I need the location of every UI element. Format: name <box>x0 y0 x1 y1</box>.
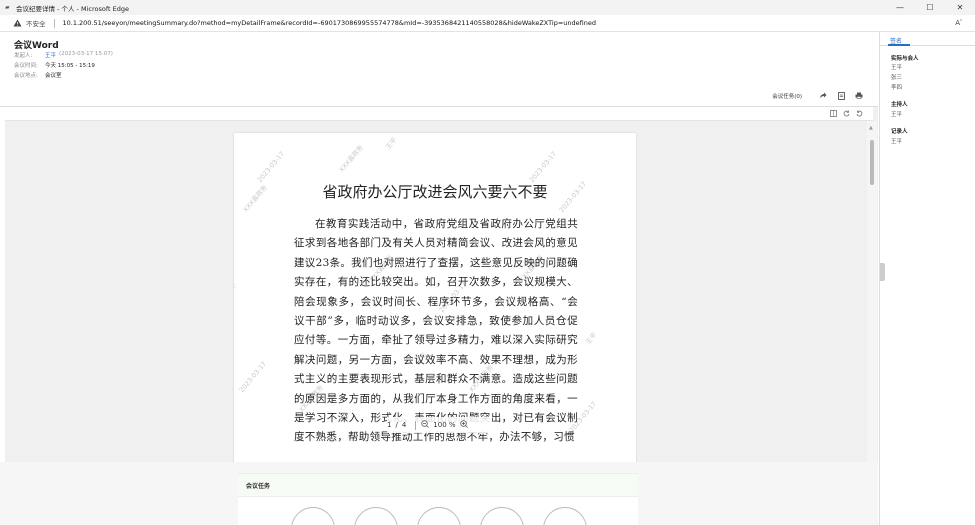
meeting-tasks-title: 会议任务 <box>238 474 638 497</box>
document-body: 在教育实践活动中，省政府党组及省政府办公厅党组共征求到各地各部门及有关人员对精简… <box>294 218 578 444</box>
attendee-item: 李四 <box>891 85 903 91</box>
warning-icon[interactable] <box>13 19 22 27</box>
watermark: 王平 <box>384 136 399 152</box>
maximize-button[interactable]: ☐ <box>915 0 945 15</box>
watermark: 王平 <box>584 331 599 347</box>
page-slash: / <box>395 421 398 429</box>
attendee-item: 张三 <box>891 75 903 81</box>
zoom-in-icon[interactable] <box>459 420 468 430</box>
nav-separator <box>415 420 417 430</box>
right-panel: 签名 实际与会人 王平 张三 李四 主持人 王平 记录人 王平 <box>879 32 975 525</box>
scroll-up-arrow[interactable]: ▲ <box>869 125 873 131</box>
meeting-time-value: 今天 15:05 - 15:19 <box>45 63 95 69</box>
recorder-name: 王平 <box>891 139 903 145</box>
recorder-title: 记录人 <box>891 129 908 135</box>
viewer-tools <box>824 110 863 117</box>
attendee-item: 王平 <box>891 65 903 71</box>
host-title: 主持人 <box>891 102 908 108</box>
window-title: 会议纪要详情 - 个人 - Microsoft Edge <box>16 4 129 13</box>
meeting-time-row: 会议时间: 今天 15:05 - 15:19 <box>14 61 95 69</box>
attendees-title: 实际与会人 <box>891 56 919 62</box>
scroll-thumb[interactable] <box>870 140 874 185</box>
zoom-out-icon[interactable] <box>421 420 430 430</box>
watermark: 王平 <box>234 281 239 297</box>
watermark: 2023-03-17 <box>237 359 269 395</box>
share-icon[interactable] <box>818 91 828 100</box>
watermark: XXX县政务 <box>337 143 365 174</box>
insecure-label[interactable]: 不安全 <box>26 18 46 28</box>
meeting-title: 会议Word <box>14 41 59 51</box>
document-heading: 省政府办公厅改进会风六要六不要 <box>322 183 548 201</box>
fit-page-icon[interactable] <box>830 110 837 117</box>
read-aloud-icon[interactable]: Aʹ <box>955 19 962 27</box>
document-viewer[interactable]: XXX县政务 2023-03-17 XXX县政务 王平 2023-03-17 2… <box>5 107 878 473</box>
minimize-button[interactable]: — <box>885 0 915 15</box>
current-page[interactable]: 1 <box>387 421 391 429</box>
rotate-right-icon[interactable] <box>856 110 863 117</box>
address-bar: 不安全 10.1.200.51/seeyon/meetingSummary.do… <box>0 15 975 32</box>
meeting-time-label: 会议时间: <box>14 63 38 69</box>
meeting-header: 会议Word 发起人: 王平 (2023-03-17 15:07) 会议时间: … <box>0 32 878 107</box>
tab-active-indicator <box>888 44 910 46</box>
viewer-scrollbar[interactable]: ▲ <box>867 121 877 462</box>
header-toolbar: 会议任务(0) <box>772 91 864 100</box>
watermark: 2023-03-17 <box>255 149 287 185</box>
zoom-level: 100 % <box>433 421 456 429</box>
location-row: 会议地点: 会议室 <box>14 71 62 79</box>
initiator-label: 发起人: <box>14 53 33 59</box>
initiator-row: 发起人: 王平 (2023-03-17 15:07) <box>14 51 113 59</box>
host-name: 王平 <box>891 112 903 118</box>
document-icon[interactable] <box>836 91 846 100</box>
url-field[interactable]: 10.1.200.51/seeyon/meetingSummary.do?met… <box>63 19 597 27</box>
viewer-toolbar <box>5 107 873 121</box>
location-value: 会议室 <box>45 73 62 79</box>
window-controls: — ☐ ✕ <box>885 0 975 15</box>
page-navigator: 1 / 4 100 % <box>387 417 492 433</box>
address-separator <box>53 18 55 28</box>
total-pages: 4 <box>401 421 407 429</box>
window-titlebar: ▰ 会议纪要详情 - 个人 - Microsoft Edge — ☐ ✕ <box>0 0 975 15</box>
meeting-tasks-link[interactable]: 会议任务(0) <box>772 92 802 100</box>
initiator-time: (2023-03-17 15:07) <box>59 51 113 57</box>
print-icon[interactable] <box>854 91 864 100</box>
location-label: 会议地点: <box>14 73 38 79</box>
close-button[interactable]: ✕ <box>945 0 975 15</box>
rotate-left-icon[interactable] <box>843 110 850 117</box>
watermark: 2023-03-17 <box>527 149 559 185</box>
edge-app-icon: ▰ <box>5 4 10 11</box>
initiator-name[interactable]: 王平 <box>45 51 56 59</box>
panel-collapse-handle[interactable] <box>880 263 885 281</box>
